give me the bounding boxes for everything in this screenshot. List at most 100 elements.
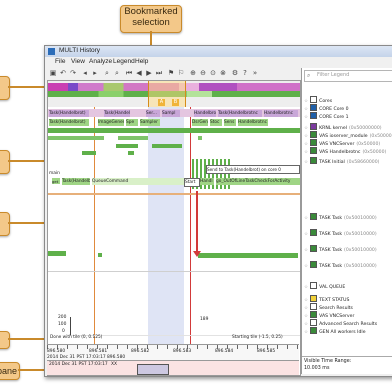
- send-task-label[interactable]: Send to Task(Handelbrot) on core 0: [206, 165, 300, 174]
- graph-pane[interactable]: A B Task(Handelbrot) Task(Handelbr Ser..…: [47, 80, 301, 376]
- undo-icon[interactable]: ↶: [59, 69, 67, 77]
- cursor-line-orange[interactable]: [94, 107, 95, 357]
- main-task-2[interactable]: QueueCommand: [92, 178, 184, 185]
- task-label-1b[interactable]: Task(Handelbr: [104, 110, 130, 117]
- legend-item[interactable]: ☆ VAS Handelbrotnc (0x50000): [304, 147, 386, 155]
- activity-bar-6: [48, 251, 66, 256]
- task-label-1g[interactable]: Handelbrotnc: [264, 110, 298, 117]
- legend-item[interactable]: ☆ CORE Core 0: [304, 104, 349, 112]
- legend-item[interactable]: ☆ Search Results: [304, 303, 353, 311]
- legend-item[interactable]: ☆ TASK Task (0x50010000): [304, 213, 377, 221]
- favorite-star-icon[interactable]: ☆: [304, 264, 308, 269]
- legend-filter[interactable]: ⌕ Filter Legend: [304, 70, 392, 82]
- menu-view[interactable]: View: [71, 58, 85, 65]
- legend-item[interactable]: ☆ VAL QUEUE: [304, 282, 345, 290]
- legend-item[interactable]: ☆ CORE Core 1: [304, 112, 349, 120]
- menu-analyze[interactable]: Analyze: [89, 58, 112, 65]
- task-label-1e[interactable]: Handelbrot: [194, 110, 216, 117]
- main-task-1[interactable]: Task(Handelbr: [62, 178, 90, 185]
- favorite-star-icon[interactable]: ☆: [304, 216, 308, 221]
- legend-item-id: (0x58660000): [346, 160, 380, 165]
- forward-icon[interactable]: ▸: [91, 69, 99, 77]
- legend-item-label: VAS Handelbrotnc: [319, 150, 361, 155]
- legend-item[interactable]: ☆ Cores: [304, 96, 332, 104]
- legend-item[interactable]: ☆ Advanced Search Results: [304, 319, 377, 327]
- favorite-star-icon[interactable]: ☆: [304, 160, 308, 165]
- bookmark-marker-a[interactable]: A: [158, 99, 165, 106]
- title-bar: MULTI History: [45, 46, 392, 57]
- timeline-pane[interactable]: 2014 Dec 31 PST 17:03:17 XX: [47, 360, 299, 375]
- task-label-1a[interactable]: Task(Handelbrot): [49, 110, 89, 117]
- legend-item[interactable]: ☆ TASK Task (0x50010000): [304, 245, 377, 253]
- task-label-1d[interactable]: Sampl: [162, 110, 180, 117]
- task-label-2b[interactable]: ImageGener: [98, 119, 124, 126]
- menu-legend[interactable]: Legend: [113, 58, 135, 65]
- favorite-star-icon[interactable]: ☆: [304, 232, 308, 237]
- zoom-out-icon[interactable]: ⊖: [199, 69, 207, 77]
- task-label-1c[interactable]: Ser...: [146, 110, 160, 117]
- find-icon[interactable]: ⌕: [113, 69, 121, 77]
- legend-item[interactable]: ☆ GEN All workers Idle: [304, 327, 366, 335]
- legend-item[interactable]: ☆ TASK Initial (0x58660000): [304, 157, 380, 165]
- legend-color-swatch: [310, 245, 318, 252]
- task-label-2e[interactable]: DsrGen: [192, 119, 208, 126]
- favorite-star-icon[interactable]: ☆: [304, 285, 308, 290]
- legend-item[interactable]: ☆ VAS ioserver_module (0x50000): [304, 131, 392, 139]
- send-arrow-shaft[interactable]: [196, 191, 198, 253]
- zoom-fit-icon[interactable]: ⊙: [209, 69, 217, 77]
- task-label-2f[interactable]: Stoc: [210, 119, 222, 126]
- legend-item[interactable]: ☆ TASK Task (0x50010000): [304, 229, 377, 237]
- search-icon[interactable]: ⌕: [103, 69, 111, 77]
- back-icon[interactable]: ◂: [81, 69, 89, 77]
- counter-value: 189: [200, 317, 209, 322]
- range-xx: XX: [111, 362, 118, 367]
- next-icon[interactable]: ▶: [145, 69, 153, 77]
- favorite-star-icon[interactable]: ☆: [304, 330, 308, 335]
- zoom-select-icon[interactable]: ⊗: [219, 69, 227, 77]
- legend-item[interactable]: ☆ VAS VNCServer (0x50000): [304, 139, 380, 147]
- main-row-get[interactable]: get: [52, 178, 60, 184]
- task-label-2h[interactable]: Handelbrotnc: [238, 119, 268, 126]
- legend-item[interactable]: ☆ TASK Task (0x50010000): [304, 261, 377, 269]
- left-callout-3-line: [8, 222, 46, 224]
- redo-icon[interactable]: ↷: [69, 69, 77, 77]
- bookmark-icon[interactable]: ⚑: [167, 69, 175, 77]
- go-icon[interactable]: »: [251, 69, 259, 77]
- task-label-2a[interactable]: Task(Handelbrot): [49, 119, 89, 126]
- first-icon[interactable]: ⏮: [125, 69, 133, 77]
- legend-item[interactable]: ☆ VAS VNCServer: [304, 311, 354, 319]
- starting-tile-label[interactable]: Starting tile (-1.5, 0.25): [232, 334, 300, 341]
- legend-color-swatch: [310, 311, 318, 318]
- time-axis[interactable]: 896.580 896.581 896.582 896.583 896.584 …: [47, 344, 299, 361]
- zoom-in-icon[interactable]: ⊕: [189, 69, 197, 77]
- menu-file[interactable]: File: [55, 58, 65, 65]
- task-label-2g[interactable]: Sens: [224, 119, 236, 126]
- flag-icon[interactable]: ⚐: [177, 69, 185, 77]
- prev-icon[interactable]: ◀: [135, 69, 143, 77]
- main-task-4[interactable]: Handl: [200, 178, 214, 185]
- menu-help[interactable]: Help: [135, 58, 148, 65]
- main-task-5[interactable]: go_OutOfLineTaskCheckForActivity: [216, 178, 300, 185]
- open-icon[interactable]: ▣: [49, 69, 57, 77]
- favorite-star-icon[interactable]: ☆: [304, 248, 308, 253]
- bookmark-marker-b[interactable]: B: [172, 99, 179, 106]
- cursor-line-red[interactable]: [190, 107, 191, 357]
- timeline-window[interactable]: [137, 364, 169, 375]
- legend-item[interactable]: ☆ TEXT STATUS: [304, 295, 349, 303]
- task-label-2d[interactable]: Sampler: [140, 119, 160, 126]
- favorite-star-icon[interactable]: ☆: [304, 115, 308, 120]
- main-task-3[interactable]: Start: [184, 178, 200, 187]
- left-callout-2-line: [8, 160, 46, 162]
- favorite-star-icon[interactable]: ☆: [304, 150, 308, 155]
- task-label-2c[interactable]: Spe: [126, 119, 138, 126]
- legend-color-swatch: [310, 96, 318, 103]
- legend-color-swatch: [310, 327, 318, 334]
- help-icon[interactable]: ?: [241, 69, 249, 77]
- legend-pane: ⌕ Filter Legend ☆ Cores ☆ CORE Core 0 ☆ CORE …: [301, 68, 392, 374]
- last-icon[interactable]: ⏭: [155, 69, 163, 77]
- legend-item[interactable]: ☆ KRNL kernel (0x50000000): [304, 123, 382, 131]
- done-with-tile-label[interactable]: Done with tile (0, 0.125): [50, 334, 120, 341]
- settings-icon[interactable]: ⚙: [231, 69, 239, 77]
- task-label-1f[interactable]: Task(Handelbrotnc: [218, 110, 262, 117]
- pane-callout-text: pane: [0, 366, 18, 376]
